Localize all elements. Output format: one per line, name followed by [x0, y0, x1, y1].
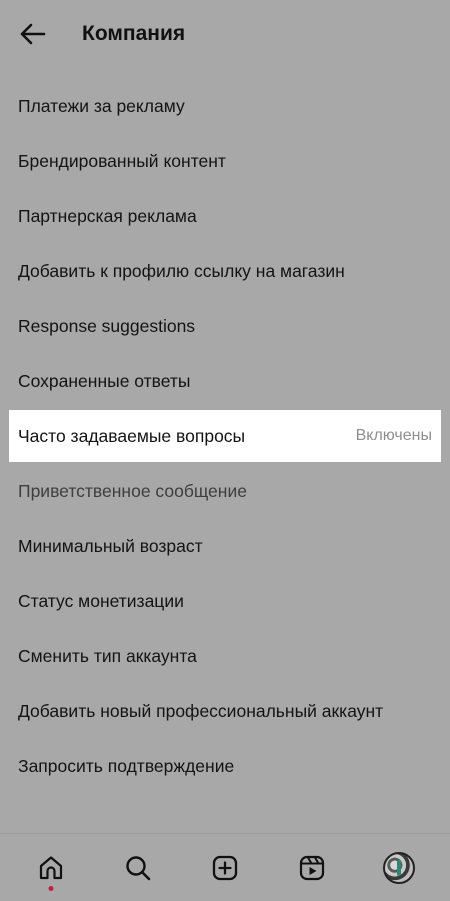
menu-item-branded-content[interactable]: Брендированный контент — [0, 134, 450, 189]
page-title: Компания — [82, 22, 186, 45]
menu-item-welcome-message[interactable]: Приветственное сообщение — [0, 464, 450, 519]
menu-item-ad-payments[interactable]: Платежи за рекламу — [0, 79, 450, 134]
menu-item-label: Сменить тип аккаунта — [18, 646, 197, 666]
menu-item-label: Брендированный контент — [18, 151, 226, 171]
back-arrow-icon — [20, 23, 46, 45]
nav-search-button[interactable] — [113, 843, 163, 893]
menu-item-partner-ads[interactable]: Партнерская реклама — [0, 189, 450, 244]
home-icon — [40, 855, 63, 879]
menu-item-minimum-age[interactable]: Минимальный возраст — [0, 519, 450, 574]
menu-item-label: Сохраненные ответы — [18, 371, 191, 391]
menu-item-label: Приветственное сообщение — [18, 481, 247, 501]
menu-item-add-professional-account[interactable]: Добавить новый профессиональный аккаунт — [0, 684, 450, 739]
notification-dot — [48, 885, 54, 891]
menu-item-label: Response suggestions — [18, 316, 196, 336]
new-post-icon — [212, 855, 238, 880]
menu-item-label: Запросить подтверждение — [18, 756, 235, 776]
reels-icon — [299, 855, 324, 880]
nav-profile-button[interactable] — [374, 843, 424, 893]
menu-item-label: Часто задаваемые вопросы — [18, 425, 246, 446]
menu-item-label: Добавить к профилю ссылку на магазин — [18, 261, 345, 281]
menu-item-label: Платежи за рекламу — [18, 96, 185, 116]
menu-item-status-value: Включены — [355, 427, 432, 444]
menu-item-label: Статус монетизации — [18, 591, 184, 611]
top-bar: Компания — [0, 0, 450, 70]
menu-item-saved-replies[interactable]: Сохраненные ответы — [0, 354, 450, 409]
menu-item-request-verification[interactable]: Запросить подтверждение — [0, 739, 450, 794]
menu-item-switch-account-type[interactable]: Сменить тип аккаунта — [0, 629, 450, 684]
menu-item-add-shop-link[interactable]: Добавить к профилю ссылку на магазин — [0, 244, 450, 299]
menu-item-label: Партнерская реклама — [18, 206, 197, 226]
menu-item-monetization-status[interactable]: Статус монетизации — [0, 574, 450, 629]
menu-item-faq[interactable]: Часто задаваемые вопросы Включены — [9, 410, 441, 462]
nav-reels-button[interactable] — [287, 843, 337, 893]
menu-item-label: Минимальный возраст — [18, 536, 203, 556]
avatar — [382, 851, 415, 884]
bottom-navigation — [0, 833, 450, 901]
nav-create-button[interactable] — [200, 843, 250, 893]
back-button[interactable] — [12, 14, 52, 54]
search-icon — [126, 855, 151, 880]
nav-home-button[interactable] — [26, 843, 76, 893]
settings-menu: Платежи за рекламу Брендированный контен… — [0, 79, 450, 794]
menu-item-label: Добавить новый профессиональный аккаунт — [18, 701, 384, 721]
menu-item-response-suggestions[interactable]: Response suggestions — [0, 299, 450, 354]
